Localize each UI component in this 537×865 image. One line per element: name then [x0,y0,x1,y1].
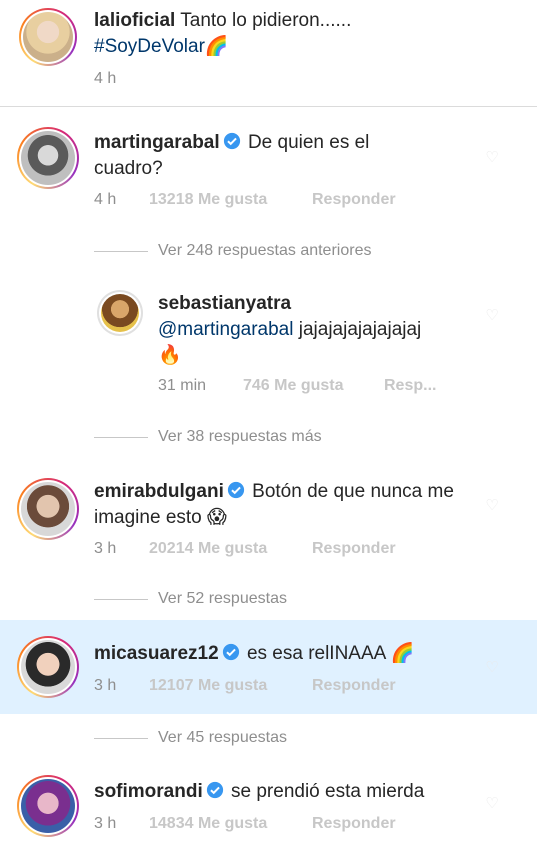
thread-line [94,599,148,600]
likes-count[interactable]: 12107 Me gusta [149,677,267,695]
reply-button[interactable]: Responder [312,191,396,209]
reply-button[interactable]: Responder [312,677,396,695]
avatar[interactable] [17,478,79,540]
likes-count[interactable]: 14834 Me gusta [149,815,267,833]
avatar[interactable] [19,8,77,66]
avatar[interactable] [17,636,79,698]
username[interactable]: emirabdulgani [94,481,224,502]
like-heart-icon[interactable]: ♡ [484,150,500,166]
view-replies[interactable]: Ver 52 respuestas [158,590,287,608]
avatar[interactable] [17,127,79,189]
username[interactable]: sebastianyatra [158,293,291,314]
highlighted-comment-background [0,620,537,714]
verified-badge-icon [222,643,239,661]
rainbow-emoji: 🌈 [204,36,229,57]
comment-body: jajajajajajajajaj [298,319,422,340]
timestamp: 3 h [94,677,117,694]
reply-button[interactable]: Resp... [384,377,436,395]
comments-screen: lalioficial Tanto lo pidieron...... #Soy… [0,0,537,865]
likes-count[interactable]: 746 Me gusta [243,377,343,395]
hashtag-link[interactable]: #SoyDeVolar [94,36,205,57]
comment-meta: 31 min 746 Me gusta Resp... [158,377,436,395]
username[interactable]: martingarabal [94,132,220,153]
rainbow-emoji: 🌈 [390,643,415,664]
thread-line [94,251,148,252]
avatar[interactable] [17,775,79,837]
comment-meta: 4 h 13218 Me gusta Responder [94,191,396,209]
comment-body: es esa relINAAA [246,643,386,664]
likes-count[interactable]: 13218 Me gusta [149,191,267,209]
verified-badge-icon [206,781,223,799]
like-heart-icon[interactable]: ♡ [484,498,500,514]
view-more-replies[interactable]: Ver 38 respuestas más [158,428,322,446]
comment-text: sebastianyatra @martingarabal jajajajaja… [158,291,478,369]
screaming-emoji: 😱 [207,507,227,528]
comment-text: micasuarez12 es esa relINAAA 🌈 [94,641,474,667]
comment-meta: 3 h 20214 Me gusta Responder [94,540,396,558]
comment-meta: 3 h 12107 Me gusta Responder [94,677,396,695]
comment-text: lalioficial Tanto lo pidieron...... #Soy… [94,8,494,60]
like-heart-icon[interactable]: ♡ [484,796,500,812]
verified-badge-icon [227,481,244,499]
fire-emoji: 🔥 [158,345,182,366]
timestamp: 3 h [94,815,117,832]
comment-text: sofimorandi se prendió esta mierda [94,779,474,805]
comment-body: se prendió esta mierda [231,781,425,802]
verified-badge-icon [223,132,240,150]
view-previous-replies[interactable]: Ver 248 respuestas anteriores [158,242,371,260]
timestamp: 31 min [158,377,207,394]
timestamp: 4 h [94,70,117,87]
reply-button[interactable]: Responder [312,815,396,833]
like-heart-icon[interactable]: ♡ [484,660,500,676]
reply-button[interactable]: Responder [312,540,396,558]
thread-line [94,437,148,438]
timestamp: 4 h [94,191,117,208]
username[interactable]: micasuarez12 [94,643,219,664]
comment-meta: 4 h [94,70,116,88]
thread-line [94,738,148,739]
comment-body: Tanto lo pidieron...... [180,10,352,31]
likes-count[interactable]: 20214 Me gusta [149,540,267,558]
caption-divider [0,106,537,107]
avatar[interactable] [97,290,143,336]
username[interactable]: lalioficial [94,10,175,31]
comment-text: emirabdulgani Botón de que nunca me imag… [94,479,454,531]
like-heart-icon[interactable]: ♡ [484,308,500,324]
mention-link[interactable]: @martingarabal [158,319,293,340]
view-replies[interactable]: Ver 45 respuestas [158,729,287,747]
username[interactable]: sofimorandi [94,781,203,802]
comment-meta: 3 h 14834 Me gusta Responder [94,815,396,833]
comment-text: martingarabal De quien es el cuadro? [94,130,424,182]
timestamp: 3 h [94,540,117,557]
